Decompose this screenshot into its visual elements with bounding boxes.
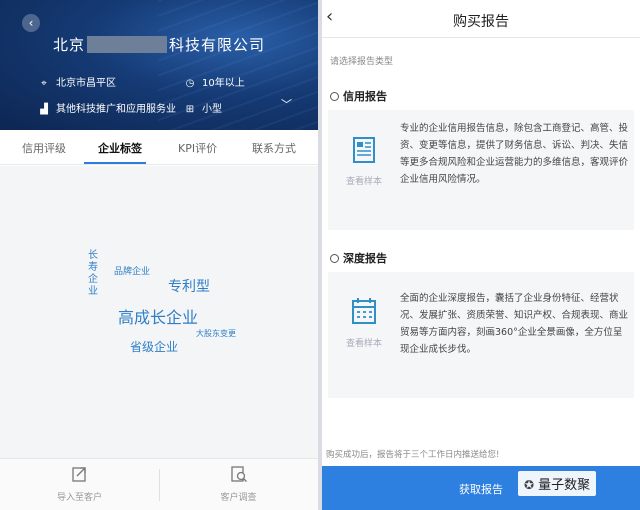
tab-kpi[interactable]: KPI评价 [178,140,217,156]
divider [322,37,640,38]
credit-report-heading: 信用报告 [343,90,387,103]
tab-enterprise-tags[interactable]: 企业标签 [98,140,142,156]
watermark: ✪ 量子数聚 [518,471,597,496]
clock-icon: ◷ [185,78,195,89]
deep-report-description: 全面的企业深度报告，囊括了企业身份特征、经营状况、发展扩张、资质荣誉、知识产权、… [400,293,629,355]
redaction-block [87,36,167,53]
location-info: ⌖ 北京市昌平区 [38,74,116,89]
watermark-text: 量子数聚 [538,478,591,493]
import-icon [71,467,86,482]
industry-info: ▟ 其他科技推广和应用服务业 [38,100,176,115]
tag-word: 长寿企业 [88,250,98,297]
bottom-action-bar: 导入至客户 客户调查 [0,458,318,510]
years-info: ◷ 10年以上 [184,74,245,89]
import-to-customer-button[interactable]: 导入至客户 [0,459,159,510]
customer-survey-button[interactable]: 客户调查 [159,459,318,510]
back-icon[interactable]: ‹ [22,14,40,32]
tab-contact[interactable]: 联系方式 [252,140,296,156]
survey-icon [230,466,247,482]
deep-report-heading: 深度报告 [343,252,387,265]
view-sample-link[interactable]: 查看样本 [328,174,400,187]
tag-word: 高成长企业 [118,308,199,327]
tag-word: 大股东变更 [196,329,236,338]
purchase-notice: 购买成功后，报告将于三个工作日内推送给您! [326,450,500,460]
tab-credit-rating[interactable]: 信用评级 [22,140,66,156]
company-profile-screen: ‹ 北京 科技有限公司 ⌖ 北京市昌平区 ◷ 10年以上 ▟ 其他科技推广和应用服务业 … [0,0,318,510]
credit-report-card: 查看样本 专业的企业信用报告信息，除包含工商登记、高管、投资、变更等信息，提供了… [328,110,634,230]
grid-icon: ⊞ [185,104,195,115]
wechat-icon: ✪ [524,478,535,492]
location-pin-icon: ⌖ [41,78,47,89]
import-label: 导入至客户 [56,493,102,503]
page-title: 购买报告 [453,14,509,30]
calendar-icon [352,298,376,324]
size-text: 小型 [202,104,222,115]
radio-icon[interactable] [330,254,339,263]
deep-report-option[interactable]: 深度报告 [330,250,387,266]
buy-report-screen: ‹ 购买报告 请选择报告类型 信用报告 查看样本 专业的企业信用报告信息，除包含… [322,0,640,510]
view-sample-link[interactable]: 查看样本 [328,336,400,349]
tag-word: 品牌企业 [114,267,151,277]
size-info: ⊞ 小型 [184,100,222,115]
company-name-prefix: 北京 [52,36,85,54]
active-tab-indicator [84,162,146,164]
deep-report-card: 查看样本 全面的企业深度报告，囊括了企业身份特征、经营状况、发展扩张、资质荣誉、… [328,272,634,398]
company-name: 北京 科技有限公司 [0,34,318,55]
profile-tabs: 信用评级 企业标签 KPI评价 联系方式 [0,130,318,165]
years-text: 10年以上 [202,78,245,89]
credit-report-option[interactable]: 信用报告 [330,88,387,104]
report-type-prompt: 请选择报告类型 [330,57,394,67]
document-icon [353,137,375,163]
tag-word: 专利型 [168,279,210,295]
tag-word: 省级企业 [130,340,179,354]
chevron-down-icon[interactable]: ﹀ [281,96,292,112]
company-name-suffix: 科技有限公司 [169,36,266,54]
bar-chart-icon: ▟ [40,104,48,115]
radio-icon[interactable] [330,92,339,101]
tag-cloud: 长寿企业 品牌企业 专利型 高成长企业 大股东变更 省级企业 [0,166,318,458]
survey-label: 客户调查 [220,493,257,503]
location-text: 北京市昌平区 [56,78,116,89]
industry-text: 其他科技推广和应用服务业 [56,104,176,115]
credit-report-description: 专业的企业信用报告信息，除包含工商登记、高管、投资、变更等信息，提供了财务信息、… [400,123,629,185]
